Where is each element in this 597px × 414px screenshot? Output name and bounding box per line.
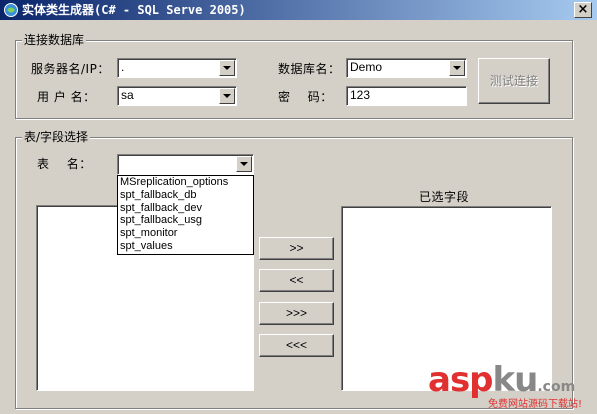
table-dropdown-list[interactable]: MSreplication_options spt_fallback_db sp…: [117, 175, 254, 255]
database-dropdown-button[interactable]: [449, 60, 465, 76]
remove-all-fields-button[interactable]: <<<: [259, 334, 334, 357]
window-title: 实体类生成器(C# - SQL Serve 2005): [22, 3, 246, 17]
user-label: 用 户 名：: [37, 90, 96, 104]
chevron-down-icon: [223, 94, 231, 98]
password-input[interactable]: 123: [346, 86, 467, 106]
dropdown-option[interactable]: spt_fallback_db: [118, 189, 253, 202]
selected-fields-label: 已选字段: [419, 190, 470, 204]
table-name-label: 表 名：: [37, 157, 92, 171]
table-name-combo[interactable]: [117, 154, 254, 175]
table-dropdown-button[interactable]: [236, 156, 252, 172]
database-value: Demo: [350, 60, 383, 74]
database-combo[interactable]: Demo: [346, 58, 467, 78]
watermark-logo: aspku.com 免费网站源码下载站!: [428, 361, 593, 411]
remove-field-button[interactable]: <<: [259, 269, 334, 292]
close-icon: ×: [577, 2, 589, 17]
dropdown-option[interactable]: spt_values: [118, 240, 253, 253]
server-label: 服务器名/IP：: [31, 62, 110, 76]
app-icon: [4, 3, 18, 17]
user-combo[interactable]: sa: [117, 86, 237, 106]
user-value: sa: [121, 88, 134, 102]
user-dropdown-button[interactable]: [219, 88, 235, 104]
test-connection-button[interactable]: 测试连接: [478, 58, 550, 104]
server-value: .: [121, 60, 125, 74]
title-bar[interactable]: 实体类生成器(C# - SQL Serve 2005) ×: [0, 0, 597, 20]
watermark-subtitle: 免费网站源码下载站!: [488, 399, 583, 410]
add-all-fields-button[interactable]: >>>: [259, 302, 334, 325]
close-button[interactable]: ×: [574, 2, 592, 18]
table-field-group-title: 表/字段选择: [22, 130, 91, 144]
password-value: 123: [350, 88, 371, 102]
chevron-down-icon: [453, 66, 461, 70]
password-label: 密 码：: [278, 90, 333, 104]
database-label: 数据库名：: [278, 62, 341, 76]
dropdown-option[interactable]: spt_monitor: [118, 227, 253, 240]
dropdown-option[interactable]: MSreplication_options: [118, 176, 253, 189]
dropdown-option[interactable]: spt_fallback_dev: [118, 202, 253, 215]
dropdown-option[interactable]: spt_fallback_usg: [118, 214, 253, 227]
chevron-down-icon: [223, 66, 231, 70]
connect-database-group-title: 连接数据库: [22, 33, 87, 47]
server-combo[interactable]: .: [117, 58, 237, 78]
add-field-button[interactable]: >>: [259, 237, 334, 260]
server-dropdown-button[interactable]: [219, 60, 235, 76]
chevron-down-icon: [240, 162, 248, 166]
